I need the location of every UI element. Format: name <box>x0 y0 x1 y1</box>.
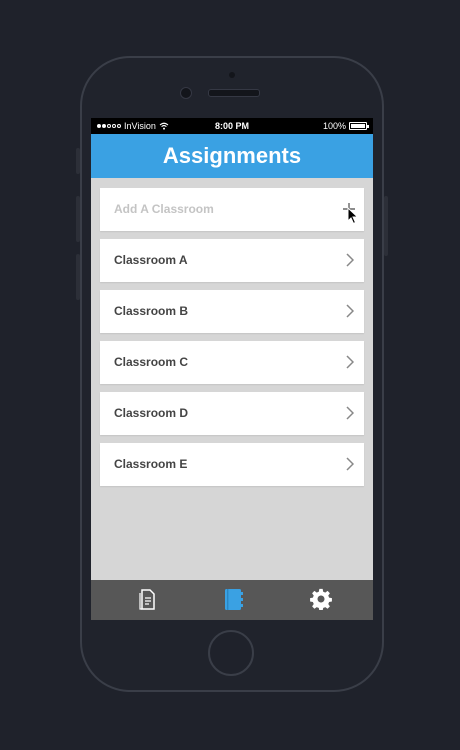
list-item-classroom-e[interactable]: Classroom E <box>100 443 364 486</box>
list-item-label: Classroom C <box>114 355 189 369</box>
battery-icon <box>349 122 369 130</box>
phone-screen: InVision 8:00 PM 100% Assignments Add A … <box>91 118 373 620</box>
add-classroom-label: Add A Classroom <box>114 202 214 216</box>
nav-bar: Assignments <box>91 134 373 178</box>
power-button <box>384 196 388 256</box>
tab-notebook[interactable] <box>185 580 279 620</box>
list-item-label: Classroom D <box>114 406 189 420</box>
status-bar: InVision 8:00 PM 100% <box>91 118 373 134</box>
tab-settings[interactable] <box>273 580 367 620</box>
list-item-classroom-c[interactable]: Classroom C <box>100 341 364 384</box>
tab-documents[interactable] <box>101 580 195 620</box>
proximity-sensor <box>229 72 235 78</box>
mouse-cursor-icon <box>347 207 359 225</box>
home-button[interactable] <box>208 630 254 676</box>
list-item-label: Classroom B <box>114 304 189 318</box>
earpiece-speaker <box>208 89 260 97</box>
list-item-classroom-b[interactable]: Classroom B <box>100 290 364 333</box>
classroom-list: Add A Classroom Classroom A Classroom B … <box>100 188 364 494</box>
list-item-classroom-a[interactable]: Classroom A <box>100 239 364 282</box>
document-icon <box>139 589 155 610</box>
add-classroom-button[interactable]: Add A Classroom <box>100 188 364 231</box>
notebook-icon <box>225 589 243 610</box>
stage: InVision 8:00 PM 100% Assignments Add A … <box>0 0 460 750</box>
list-item-classroom-d[interactable]: Classroom D <box>100 392 364 435</box>
gear-icon <box>310 588 332 610</box>
chevron-right-icon <box>346 253 354 267</box>
chevron-right-icon <box>346 406 354 420</box>
list-item-label: Classroom A <box>114 253 188 267</box>
tab-bar <box>91 580 373 620</box>
chevron-right-icon <box>346 457 354 471</box>
chevron-right-icon <box>346 304 354 318</box>
front-camera <box>180 87 192 99</box>
battery-percent: 100% <box>322 121 346 131</box>
page-title: Assignments <box>162 143 302 168</box>
status-right: 100% <box>322 118 369 134</box>
chevron-right-icon <box>346 355 354 369</box>
list-item-label: Classroom E <box>114 457 188 471</box>
